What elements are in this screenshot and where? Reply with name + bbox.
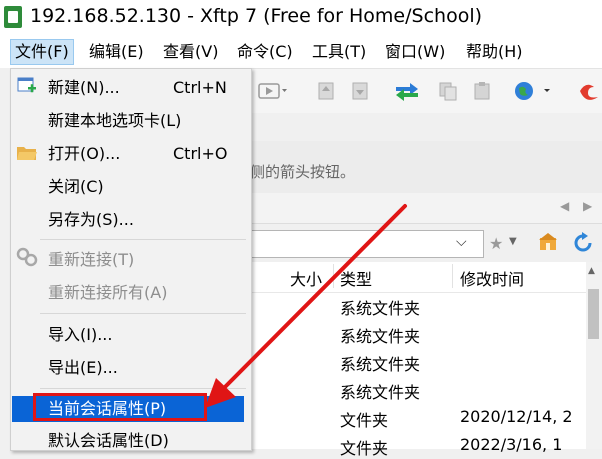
menu-item-open[interactable]: 打开(O)...: [48, 143, 120, 165]
shortcut-open: Ctrl+O: [173, 144, 228, 163]
column-size[interactable]: 大小: [290, 266, 322, 290]
menu-separator: [40, 388, 246, 389]
menu-edit[interactable]: 编辑(E): [85, 40, 148, 64]
paste-icon[interactable]: [472, 81, 492, 101]
scroll-up-icon[interactable]: ▲: [588, 266, 595, 276]
tab-strip: [250, 193, 602, 224]
file-row-type[interactable]: 系统文件夹: [340, 323, 420, 347]
menu-help[interactable]: 帮助(H): [462, 40, 527, 64]
menu-separator: [40, 313, 246, 314]
home-folder-icon[interactable]: [538, 232, 558, 252]
column-divider[interactable]: [452, 264, 453, 288]
menu-window[interactable]: 窗口(W): [381, 40, 449, 64]
menu-item-reconnect: 重新连接(T): [48, 250, 135, 269]
new-session-icon: [17, 77, 36, 93]
menu-item-save-as[interactable]: 另存为(S)...: [48, 209, 134, 231]
scrollbar-thumb[interactable]: [588, 289, 599, 339]
file-row-type[interactable]: 文件夹: [340, 435, 388, 459]
globe-icon[interactable]: [514, 81, 554, 101]
menu-separator: [40, 239, 246, 240]
transfer-arrows-icon[interactable]: [394, 81, 420, 101]
shortcut-new: Ctrl+N: [173, 78, 227, 97]
menu-item-close[interactable]: 关闭(C): [48, 176, 104, 198]
chevron-down-icon[interactable]: ⌵: [456, 234, 467, 250]
tab-next-arrow-icon[interactable]: ▶: [583, 199, 592, 213]
file-row-type[interactable]: 系统文件夹: [340, 379, 420, 403]
download-file-icon[interactable]: [350, 81, 370, 101]
menu-item-import[interactable]: 导入(I)...: [48, 324, 112, 346]
tab-prev-arrow-icon[interactable]: ◀: [560, 199, 569, 213]
file-row-type[interactable]: 系统文件夹: [340, 351, 420, 375]
column-type[interactable]: 类型: [340, 266, 372, 290]
hint-text: 侧的箭头按钮。: [250, 163, 356, 181]
menu-item-reconnect-all: 重新连接所有(A): [48, 283, 168, 302]
column-modified[interactable]: 修改时间: [460, 266, 524, 290]
file-row-modified[interactable]: 2020/12/14, 2: [460, 407, 573, 426]
upload-file-icon[interactable]: [316, 81, 336, 101]
favorite-dropdown-icon[interactable]: ▼: [509, 236, 517, 247]
xshell-icon[interactable]: [576, 81, 602, 101]
path-input[interactable]: [250, 230, 484, 258]
refresh-icon[interactable]: [572, 232, 594, 254]
play-icon[interactable]: [258, 81, 288, 101]
menu-item-new-local-tab[interactable]: 新建本地选项卡(L): [48, 110, 181, 132]
column-divider[interactable]: [333, 264, 334, 288]
menu-file[interactable]: 文件(F): [10, 39, 74, 65]
menu-item-new[interactable]: 新建(N)...: [48, 77, 120, 99]
reconnect-icon: [16, 247, 38, 267]
file-row-type[interactable]: 文件夹: [340, 407, 388, 431]
menu-item-export[interactable]: 导出(E)...: [48, 357, 118, 379]
annotation-red-box: [33, 393, 207, 421]
xftp-app-icon[interactable]: [4, 6, 22, 28]
menu-tools[interactable]: 工具(T): [308, 40, 370, 64]
favorite-star-icon[interactable]: ★: [489, 234, 503, 253]
window-title: 192.168.52.130 - Xftp 7 (Free for Home/S…: [30, 5, 483, 27]
menu-command[interactable]: 命令(C): [233, 40, 297, 64]
file-row-type[interactable]: 系统文件夹: [340, 295, 420, 319]
file-row-modified[interactable]: 2022/3/16, 1: [460, 435, 562, 454]
toolbar: [250, 69, 602, 113]
open-folder-icon: [17, 147, 37, 160]
menu-view[interactable]: 查看(V): [159, 40, 222, 64]
copy-icon[interactable]: [438, 81, 458, 101]
menu-bar: 文件(F) 编辑(E) 查看(V) 命令(C) 工具(T) 窗口(W) 帮助(H…: [0, 36, 602, 69]
